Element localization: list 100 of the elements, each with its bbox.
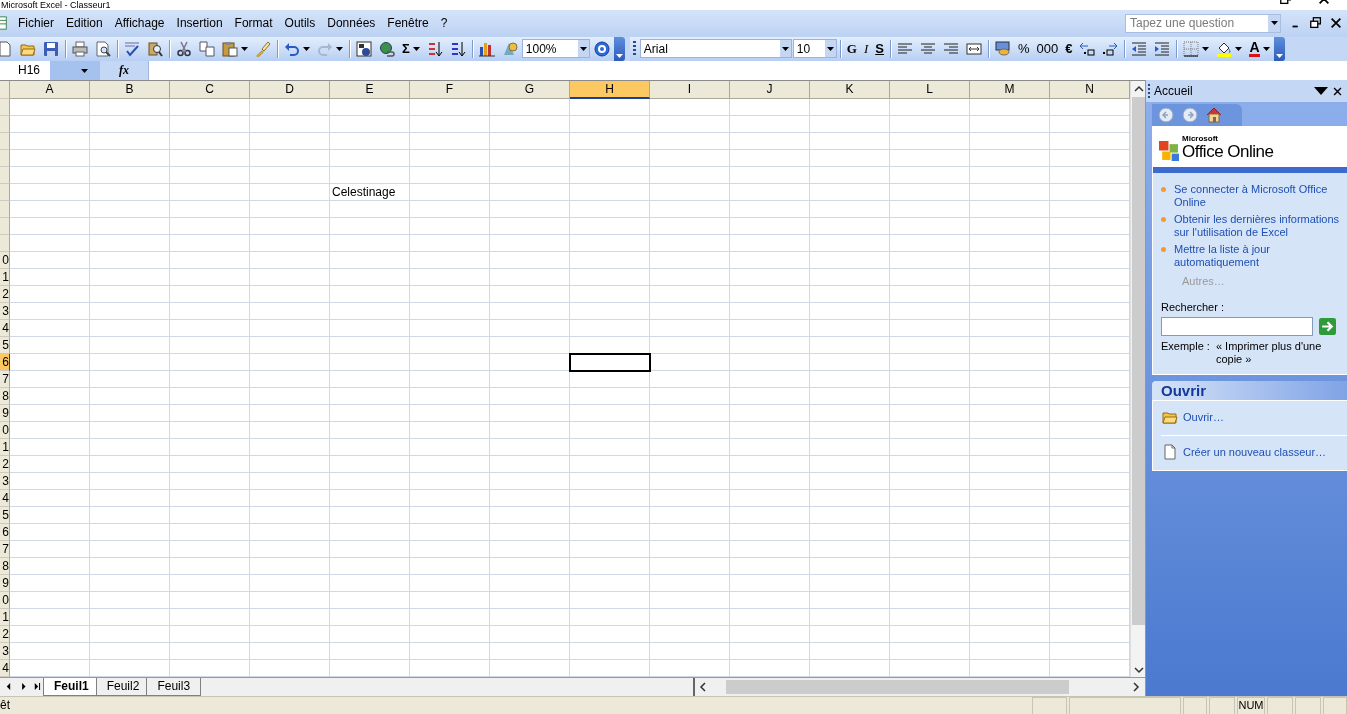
formula-field[interactable] (148, 61, 1347, 81)
align-center-icon[interactable] (919, 40, 936, 57)
shapes-icon[interactable] (501, 40, 518, 57)
print-preview-icon[interactable] (95, 40, 111, 57)
globe-icon[interactable] (379, 40, 395, 57)
menu-item[interactable]: Outils (278, 14, 322, 33)
picture-frame-icon[interactable] (356, 40, 372, 57)
row-header[interactable]: 6 (0, 354, 10, 372)
menu-item[interactable]: Fichier (12, 14, 60, 33)
merge-center-icon[interactable] (965, 40, 982, 57)
column-header[interactable]: H (570, 81, 650, 100)
link[interactable]: Créer un nouveau classeur… (1183, 446, 1327, 459)
toolbar-options-button[interactable] (613, 36, 625, 61)
column-header[interactable]: B (90, 81, 170, 100)
autosum-button[interactable]: Σ (399, 37, 423, 60)
column-header[interactable]: C (170, 81, 250, 100)
euro-button[interactable]: € (1062, 37, 1076, 60)
active-cell[interactable] (570, 354, 650, 372)
column-header[interactable]: A (10, 81, 90, 100)
toolbar-options-button[interactable] (1273, 36, 1285, 61)
align-left-icon[interactable] (896, 40, 913, 57)
row-header[interactable]: 1 (0, 439, 10, 457)
menu-item[interactable]: ? (434, 14, 454, 33)
row-header[interactable]: 4 (0, 660, 10, 678)
home-icon[interactable] (1206, 107, 1222, 124)
row-header[interactable]: 0 (0, 592, 10, 610)
column-header[interactable]: N (1050, 81, 1130, 100)
research-icon[interactable] (147, 40, 163, 57)
column-header[interactable]: D (250, 81, 330, 100)
row-header[interactable]: 0 (0, 252, 10, 270)
link[interactable]: Mettre la liste à jour automatiquement (1174, 243, 1341, 270)
bold-button[interactable]: G (843, 37, 860, 60)
row-header[interactable]: 7 (0, 541, 10, 559)
copy-icon[interactable] (199, 40, 215, 57)
paintbrush-icon[interactable] (255, 40, 271, 57)
row-header[interactable]: 7 (0, 371, 10, 389)
row-header[interactable]: 5 (0, 337, 10, 355)
italic-button[interactable]: I (860, 37, 872, 60)
increase-decimal-icon[interactable] (1079, 40, 1096, 57)
row-header[interactable]: 8 (0, 388, 10, 406)
printer-icon[interactable] (72, 40, 88, 57)
menu-item[interactable]: Données (321, 14, 382, 33)
scroll-up-icon[interactable] (1132, 83, 1145, 94)
caret-icon[interactable] (1314, 87, 1328, 96)
row-header[interactable]: 0 (0, 422, 10, 440)
column-header[interactable]: G (490, 81, 570, 100)
underline-button[interactable]: S (872, 37, 887, 60)
scroll-down-icon[interactable] (1132, 664, 1145, 675)
insert-function-button[interactable]: fx (100, 61, 148, 81)
row-header[interactable]: 9 (0, 575, 10, 593)
row-header[interactable]: 4 (0, 320, 10, 338)
new-document-icon[interactable] (0, 40, 13, 57)
row-header[interactable]: 3 (0, 303, 10, 321)
name-box[interactable]: H16 (0, 61, 100, 81)
close-icon[interactable] (1329, 16, 1343, 31)
decrease-decimal-icon[interactable] (1102, 40, 1119, 57)
column-header[interactable]: K (810, 81, 890, 100)
row-header[interactable]: 3 (0, 643, 10, 661)
row-header[interactable]: 3 (0, 473, 10, 491)
column-header[interactable]: E (330, 81, 410, 100)
menu-item[interactable]: Edition (60, 14, 109, 33)
link[interactable]: Se connecter à Microsoft Office Online (1174, 183, 1341, 210)
row-header[interactable]: 2 (0, 286, 10, 304)
percent-button[interactable]: % (1014, 37, 1033, 60)
close-icon[interactable] (1332, 85, 1343, 97)
row-header[interactable]: 6 (0, 524, 10, 542)
question-field[interactable]: Tapez une question (1125, 13, 1281, 33)
scissors-icon[interactable] (176, 40, 192, 57)
row-header[interactable]: 2 (0, 626, 10, 644)
save-icon[interactable] (43, 40, 59, 57)
menu-item[interactable]: Affichage (108, 14, 171, 33)
font-color-button[interactable]: A (1246, 37, 1273, 60)
row-header[interactable]: 8 (0, 558, 10, 576)
column-header[interactable]: J (730, 81, 810, 100)
row-header[interactable]: 5 (0, 507, 10, 525)
scroll-thumb[interactable] (726, 680, 1069, 695)
bar-chart-icon[interactable] (478, 40, 495, 57)
coins-icon[interactable] (994, 40, 1011, 57)
restore-icon[interactable] (1309, 16, 1323, 31)
font-size-field[interactable]: 10 (792, 39, 837, 59)
sort-descending-icon[interactable] (449, 40, 466, 57)
vertical-scrollbar[interactable] (1130, 81, 1146, 678)
help-icon[interactable] (593, 40, 610, 57)
outdent-icon[interactable] (1131, 40, 1148, 57)
menu-item[interactable]: Insertion (170, 14, 229, 33)
scroll-thumb[interactable] (1132, 97, 1145, 626)
font-field[interactable]: Arial (639, 39, 792, 59)
last-sheet-icon[interactable] (32, 681, 43, 693)
scroll-right-icon[interactable] (1130, 681, 1141, 694)
go-arrow-icon[interactable] (1319, 318, 1336, 336)
sheet-tab[interactable]: Feuil3 (146, 678, 202, 697)
menu-item[interactable]: Format (228, 14, 279, 33)
row-header[interactable]: 2 (0, 456, 10, 474)
zoom-field[interactable]: 100% (521, 39, 590, 59)
spellcheck-icon[interactable] (124, 40, 140, 57)
row-header[interactable]: 9 (0, 405, 10, 423)
column-header[interactable]: I (650, 81, 730, 100)
row-header[interactable]: 4 (0, 490, 10, 508)
column-header[interactable]: M (970, 81, 1050, 100)
indent-icon[interactable] (1154, 40, 1171, 57)
